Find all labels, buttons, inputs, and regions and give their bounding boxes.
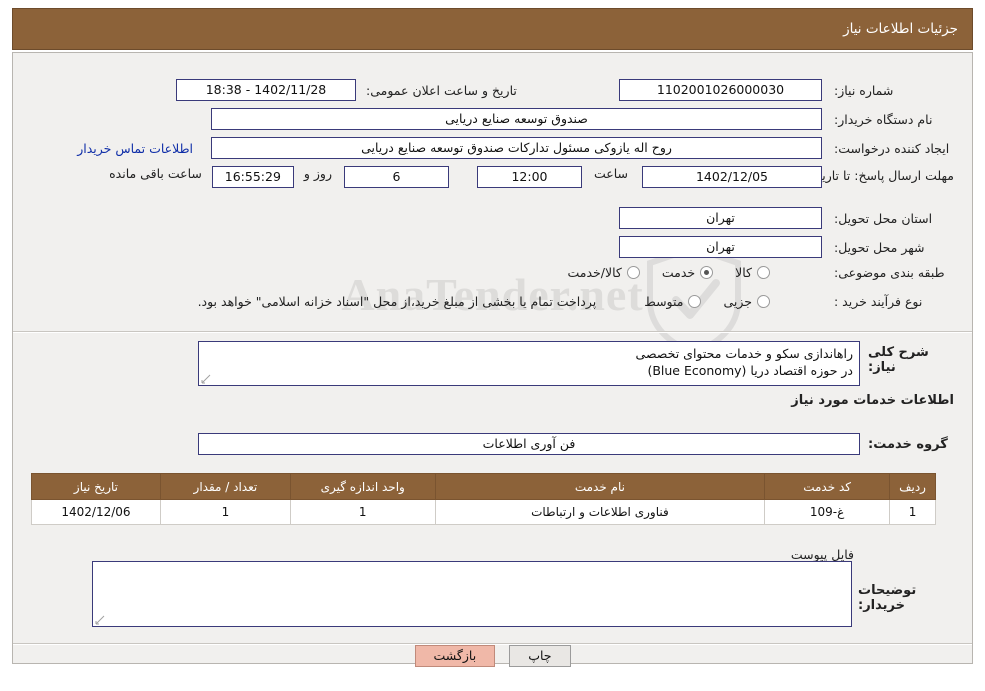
services-table-wrapper: ردیف کد خدمت نام خدمت واحد اندازه گیری ت… <box>31 473 936 525</box>
cell-row: 1 <box>889 499 936 525</box>
description-line-2: در حوزه اقتصاد دریا (Blue Economy) <box>647 363 853 378</box>
back-button[interactable]: بازگشت <box>414 645 496 667</box>
purchase-type-label: نوع فرآیند خرید : <box>834 294 923 309</box>
resize-grip-icon[interactable] <box>95 615 105 625</box>
deadline-label: مهلت ارسال پاسخ: تا تاریخ: <box>809 168 954 183</box>
service-group-label: گروه خدمت: <box>868 436 948 452</box>
print-button[interactable]: چاپ <box>509 645 571 667</box>
description-textarea[interactable]: راهاندازی سکو و خدمات محتوای تخصصی در حو… <box>198 341 860 386</box>
province-value: تهران <box>619 207 822 229</box>
col-code: کد خدمت <box>764 473 891 500</box>
deadline-time-value: 12:00 <box>476 166 582 188</box>
table-row: 1 غ-109 فناوری اطلاعات و ارتباطات 1 1 14… <box>31 499 936 525</box>
resize-grip-icon[interactable] <box>201 374 211 384</box>
buyer-notes-textarea[interactable] <box>92 561 852 627</box>
col-row: ردیف <box>889 473 936 500</box>
deadline-days-label: روز و <box>303 166 332 181</box>
radio-icon[interactable] <box>757 266 770 279</box>
col-unit: واحد اندازه گیری <box>289 473 436 500</box>
cell-name: فناوری اطلاعات و ارتباطات <box>434 499 766 525</box>
description-line-1: راهاندازی سکو و خدمات محتوای تخصصی <box>635 346 853 361</box>
deadline-time-label: ساعت <box>593 166 628 181</box>
section-divider-top <box>13 331 972 333</box>
col-qty: تعداد / مقدار <box>159 473 291 500</box>
buyer-contact-link[interactable]: اطلاعات تماس خریدار <box>77 141 193 156</box>
attachment-label: فایل پیوست <box>790 547 854 562</box>
radio-icon[interactable] <box>757 295 770 308</box>
cell-unit: 1 <box>289 499 436 525</box>
buyer-org-value: صندوق توسعه صنایع دریایی <box>211 108 822 130</box>
category-option-kala-khedmat-label: کالا/خدمت <box>567 265 622 280</box>
col-name: نام خدمت <box>434 473 766 500</box>
category-option-kala-label: کالا <box>735 265 752 280</box>
page-title: جزئیات اطلاعات نیاز <box>843 21 958 37</box>
page-title-bar: جزئیات اطلاعات نیاز <box>12 8 973 50</box>
purchase-type-option-motevaset[interactable]: متوسط <box>644 294 702 309</box>
cell-qty: 1 <box>159 499 291 525</box>
table-header-row: ردیف کد خدمت نام خدمت واحد اندازه گیری ت… <box>31 473 936 500</box>
category-option-khedmat[interactable]: خدمت <box>661 265 714 280</box>
requester-label: ایجاد کننده درخواست: <box>834 140 950 156</box>
radio-icon[interactable] <box>688 295 702 308</box>
description-label: شرح کلی نیاز: <box>868 345 929 375</box>
city-value: تهران <box>619 236 822 258</box>
services-table: ردیف کد خدمت نام خدمت واحد اندازه گیری ت… <box>31 473 936 525</box>
cell-code: غ-109 <box>764 499 891 525</box>
need-number-label: شماره نیاز: <box>834 82 894 98</box>
service-group-value: فن آوری اطلاعات <box>198 433 860 455</box>
requester-value: روح اله یازوکی مسئول تدارکات صندوق توسعه… <box>211 137 822 159</box>
purchase-type-note: پرداخت تمام یا بخشی از مبلغ خرید،از محل … <box>197 294 597 309</box>
category-option-khedmat-label: خدمت <box>661 265 696 280</box>
col-date: تاریخ نیاز <box>31 473 161 500</box>
deadline-days-value: 6 <box>343 166 449 188</box>
public-announce-label: تاریخ و ساعت اعلان عمومی: <box>366 82 517 98</box>
buyer-notes-label: توضیحات خریدار: <box>858 583 917 613</box>
deadline-date-value: 1402/12/05 <box>642 166 822 188</box>
action-button-bar: چاپ بازگشت <box>0 645 985 667</box>
city-label: شهر محل تحویل: <box>834 239 925 255</box>
page-root: جزئیات اطلاعات نیاز AnaTender.net شماره … <box>0 0 985 691</box>
purchase-type-option-motevaset-label: متوسط <box>644 294 684 309</box>
purchase-type-option-jozii-label: جزیی <box>723 294 752 309</box>
cell-date: 1402/12/06 <box>31 499 161 525</box>
deadline-countdown-clock: 16:55:29 <box>211 166 294 188</box>
province-label: استان محل تحویل: <box>834 210 933 226</box>
public-announce-value: 1402/11/28 - 18:38 <box>176 79 356 101</box>
category-option-kala-khedmat[interactable]: کالا/خدمت <box>567 265 640 280</box>
category-option-kala[interactable]: کالا <box>735 265 770 280</box>
need-number-value: 1102001026000030 <box>619 79 822 101</box>
category-label: طبقه بندی موضوعی: <box>834 265 945 280</box>
services-heading: اطلاعات خدمات مورد نیاز <box>791 393 954 408</box>
buyer-org-label: نام دستگاه خریدار: <box>834 111 933 127</box>
top-form-section: شماره نیاز: 1102001026000030 تاریخ و ساع… <box>13 53 972 331</box>
radio-icon[interactable] <box>700 266 714 279</box>
deadline-remaining-label: ساعت باقی مانده <box>109 166 202 181</box>
radio-icon[interactable] <box>626 266 640 279</box>
purchase-type-option-jozii[interactable]: جزیی <box>723 294 770 309</box>
details-panel: AnaTender.net شماره نیاز: 11020010260000… <box>12 52 973 664</box>
